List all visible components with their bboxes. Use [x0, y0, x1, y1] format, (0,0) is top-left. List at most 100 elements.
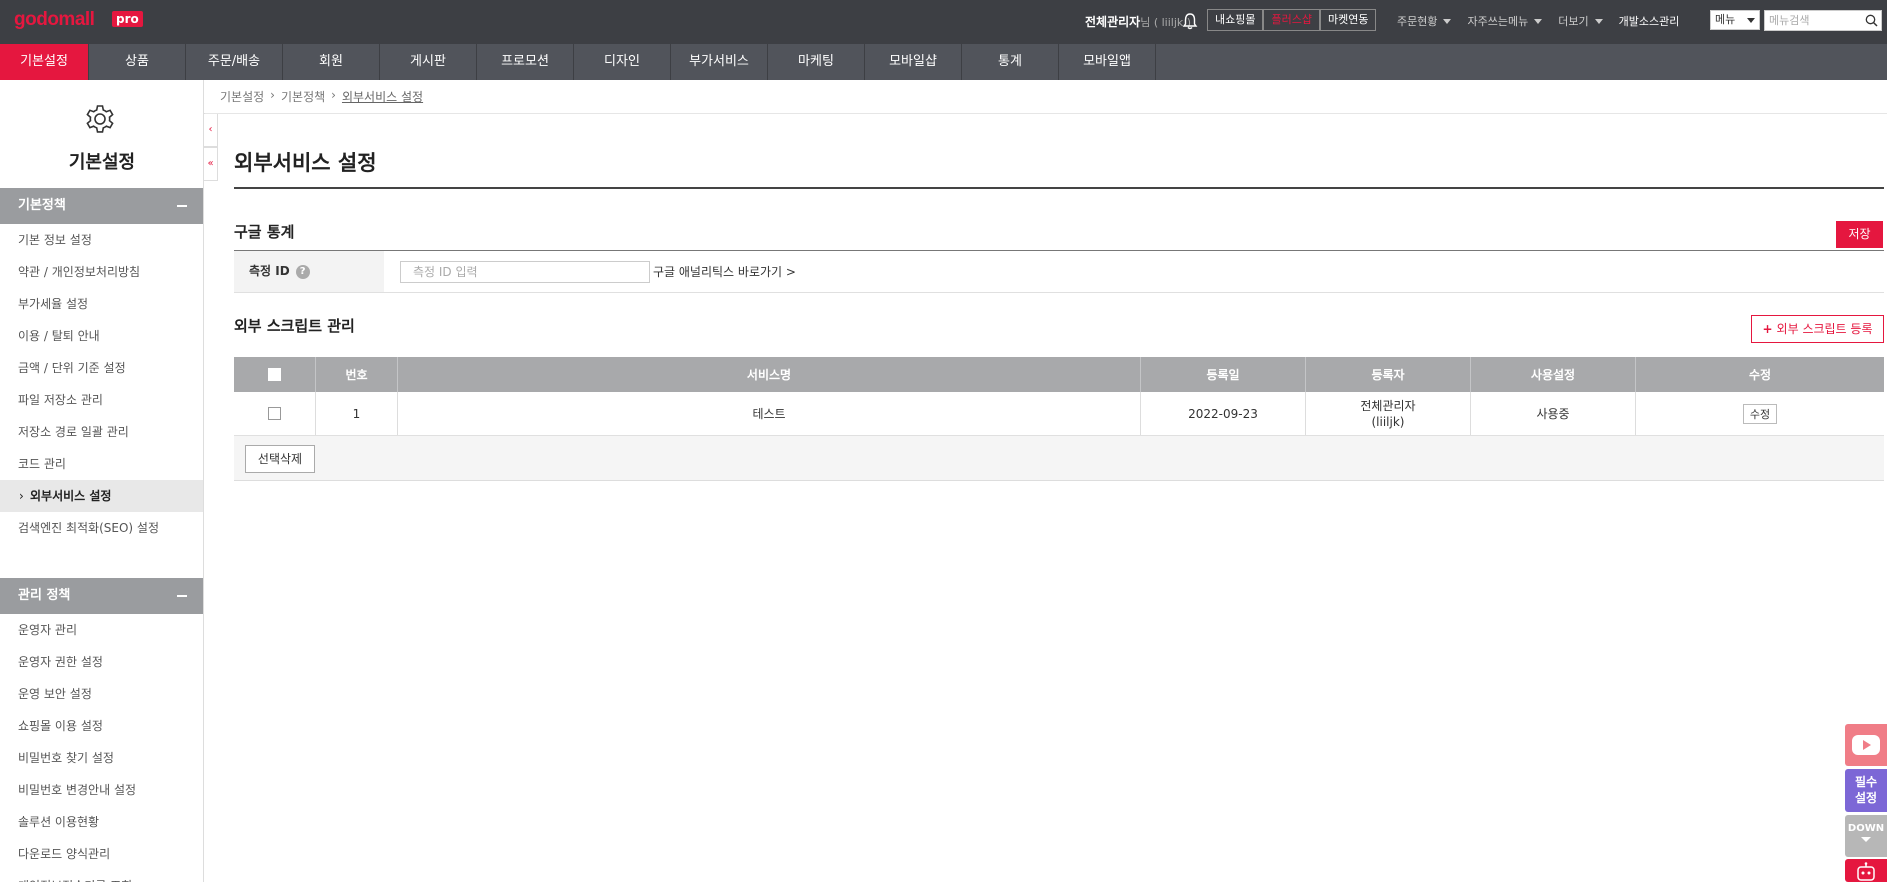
more-menu[interactable]: 더보기: [1558, 13, 1603, 29]
table-header: 번호 서비스명 등록일 등록자 사용설정 수정: [234, 357, 1884, 392]
sidebar-item[interactable]: 개인정보접속기록 조회: [0, 870, 203, 882]
sidebar-item[interactable]: 이용 / 탈퇴 안내: [0, 320, 203, 352]
breadcrumb-current[interactable]: 외부서비스 설정: [342, 88, 423, 105]
logo[interactable]: godomall: [14, 9, 95, 31]
scroll-top-icon[interactable]: «: [204, 147, 218, 181]
collapse-icon[interactable]: [177, 595, 187, 597]
cell-service-name: 테스트: [398, 392, 1141, 435]
nav-basic-settings[interactable]: 기본설정: [0, 44, 89, 80]
breadcrumb-item[interactable]: 기본설정: [220, 88, 264, 105]
nav-addon-services[interactable]: 부가서비스: [671, 44, 768, 80]
youtube-icon: [1852, 735, 1880, 755]
order-status-menu[interactable]: 주문현황: [1397, 13, 1452, 29]
sidebar-item[interactable]: 비밀번호 찾기 설정: [0, 742, 203, 774]
nav-products[interactable]: 상품: [89, 44, 186, 80]
chevron-right-icon: ›: [270, 88, 275, 102]
cell-status: 사용중: [1471, 392, 1636, 435]
nav-marketing[interactable]: 마케팅: [768, 44, 865, 80]
nav-statistics[interactable]: 통계: [962, 44, 1059, 80]
logo-badge: pro: [112, 11, 143, 27]
sidebar-item[interactable]: 저장소 경로 일괄 관리: [0, 416, 203, 448]
sidebar: 기본설정 기본정책 기본 정보 설정 약관 / 개인정보처리방침 부가세율 설정…: [0, 80, 204, 882]
page-title: 외부서비스 설정: [234, 151, 377, 175]
cell-edit: 수정: [1636, 392, 1884, 435]
nav-design[interactable]: 디자인: [574, 44, 671, 80]
menu-search-input[interactable]: 메뉴검색: [1764, 10, 1882, 31]
bell-icon[interactable]: [1182, 12, 1198, 30]
measurement-id-label: 측정 ID?: [234, 251, 384, 292]
menu-select[interactable]: 메뉴: [1710, 10, 1760, 30]
down-button[interactable]: DOWN: [1845, 815, 1887, 857]
nav-members[interactable]: 회원: [283, 44, 380, 80]
nav-mobile-shop[interactable]: 모바일샵: [865, 44, 962, 80]
nav-orders[interactable]: 주문/배송: [186, 44, 283, 80]
collapse-icon[interactable]: [177, 205, 187, 207]
save-button[interactable]: 저장: [1836, 221, 1883, 248]
sidebar-item[interactable]: 기본 정보 설정: [0, 224, 203, 256]
sidebar-section-basic-policy[interactable]: 기본정책: [0, 188, 203, 224]
nav-promotion[interactable]: 프로모션: [477, 44, 574, 80]
column-header: 서비스명: [398, 357, 1141, 392]
chevron-down-icon: [1534, 18, 1543, 24]
sidebar-item[interactable]: 다운로드 양식관리: [0, 838, 203, 870]
gear-icon: [86, 105, 114, 133]
divider: [234, 187, 1884, 189]
sidebar-item[interactable]: 금액 / 단위 기준 설정: [0, 352, 203, 384]
robot-icon: [1857, 862, 1875, 881]
nav-mobile-app[interactable]: 모바일앱: [1059, 44, 1156, 80]
sidebar-section-admin-policy[interactable]: 관리 정책: [0, 578, 203, 614]
column-header: 등록자: [1306, 357, 1471, 392]
select-all-checkbox[interactable]: [268, 368, 281, 381]
chevron-down-icon: [1443, 18, 1452, 24]
search-icon[interactable]: [1865, 14, 1878, 27]
sidebar-header: 기본설정: [0, 80, 203, 188]
shop-button-group: 내쇼핑몰 플러스샵 마켓연동: [1207, 9, 1377, 31]
row-checkbox[interactable]: [268, 407, 281, 420]
nav-board[interactable]: 게시판: [380, 44, 477, 80]
plus-shop-button[interactable]: 플러스샵: [1263, 9, 1320, 31]
column-header: 번호: [316, 357, 398, 392]
sidebar-item[interactable]: 쇼핑몰 이용 설정: [0, 710, 203, 742]
breadcrumb-item[interactable]: 기본정책: [281, 88, 325, 105]
plus-icon: +: [1762, 322, 1773, 336]
dev-source-menu[interactable]: 개발소스관리: [1619, 13, 1680, 29]
sidebar-title: 기본설정: [68, 152, 136, 173]
sidebar-item[interactable]: 솔루션 이용현황: [0, 806, 203, 838]
chatbot-button[interactable]: [1845, 859, 1887, 882]
sidebar-item[interactable]: 운영자 관리: [0, 614, 203, 646]
sidebar-item[interactable]: 운영자 권한 설정: [0, 646, 203, 678]
sidebar-item-external-services[interactable]: › 외부서비스 설정: [0, 480, 203, 512]
admin-name[interactable]: 전체관리자님 ( liiljk ): [1085, 13, 1191, 30]
sidebar-collapse-icon[interactable]: ‹: [204, 113, 218, 147]
table-row: 1 테스트 2022-09-23 전체관리자 (liiljk) 사용중 수정: [234, 392, 1884, 436]
youtube-button[interactable]: [1845, 724, 1887, 766]
add-external-script-button[interactable]: + 외부 스크립트 등록: [1751, 315, 1884, 343]
external-script-title: 외부 스크립트 관리: [234, 317, 355, 335]
measurement-id-input[interactable]: 측정 ID 입력: [400, 261, 650, 283]
sidebar-item[interactable]: 약관 / 개인정보처리방침: [0, 256, 203, 288]
my-shop-button[interactable]: 내쇼핑몰: [1207, 9, 1264, 31]
external-script-table: 번호 서비스명 등록일 등록자 사용설정 수정 1 테스트 2022-09-23…: [234, 357, 1884, 481]
edit-button[interactable]: 수정: [1742, 403, 1778, 424]
main-nav: 기본설정 상품 주문/배송 회원 게시판 프로모션 디자인 부가서비스 마케팅 …: [0, 44, 1887, 80]
select-all-cell: [234, 357, 316, 392]
sidebar-item[interactable]: 코드 관리: [0, 448, 203, 480]
google-analytics-link[interactable]: 구글 애널리틱스 바로가기 >: [653, 263, 796, 280]
chevron-right-icon: ›: [331, 88, 336, 102]
delete-selected-button[interactable]: 선택삭제: [245, 445, 315, 473]
sidebar-item[interactable]: 비밀번호 변경안내 설정: [0, 774, 203, 806]
top-bar: godomall pro 전체관리자님 ( liiljk ) 내쇼핑몰 플러스샵…: [0, 0, 1887, 44]
table-footer: 선택삭제: [234, 436, 1884, 481]
top-menus: 주문현황 자주쓰는메뉴 더보기 개발소스관리: [1397, 13, 1695, 29]
cell-date: 2022-09-23: [1141, 392, 1306, 435]
measurement-id-row: 측정 ID? 측정 ID 입력 구글 애널리틱스 바로가기 >: [234, 251, 1884, 293]
sidebar-item[interactable]: 검색엔진 최적화(SEO) 설정: [0, 512, 203, 544]
breadcrumb: 기본설정 › 기본정책 › 외부서비스 설정: [220, 88, 423, 105]
market-link-button[interactable]: 마켓연동: [1319, 9, 1377, 31]
sidebar-item[interactable]: 부가세율 설정: [0, 288, 203, 320]
sidebar-item[interactable]: 파일 저장소 관리: [0, 384, 203, 416]
favorite-menu[interactable]: 자주쓰는메뉴: [1467, 13, 1543, 29]
sidebar-item[interactable]: 운영 보안 설정: [0, 678, 203, 710]
required-settings-button[interactable]: 필수 설정: [1845, 769, 1887, 812]
help-icon[interactable]: ?: [295, 264, 310, 279]
